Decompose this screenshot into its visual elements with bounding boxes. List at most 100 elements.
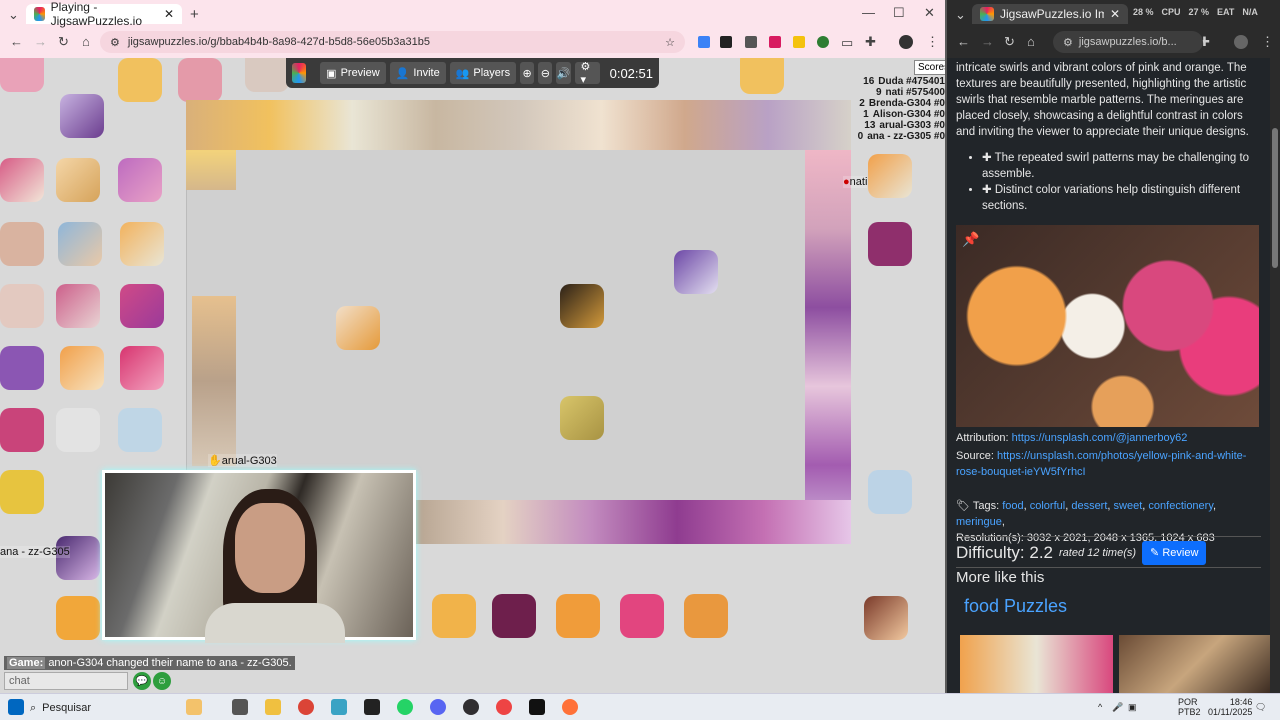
- puzzle-piece[interactable]: [336, 306, 380, 350]
- zoom-out-button[interactable]: ⊖: [538, 62, 553, 84]
- tag-link[interactable]: meringue: [956, 516, 1002, 528]
- reload-icon[interactable]: ↻: [58, 35, 69, 48]
- menu-kebab-icon[interactable]: ⋮: [1261, 35, 1274, 48]
- extension-icon[interactable]: [817, 36, 829, 48]
- forward-icon[interactable]: →: [34, 35, 47, 48]
- puzzle-piece[interactable]: [118, 408, 162, 452]
- tray-chevron-icon[interactable]: ^: [1098, 702, 1102, 712]
- puzzle-piece[interactable]: [118, 58, 162, 102]
- puzzle-piece[interactable]: [868, 470, 912, 514]
- puzzle-piece[interactable]: [0, 158, 44, 202]
- taskbar-search[interactable]: ⌕ Pesquisar: [30, 697, 180, 719]
- puzzle-piece[interactable]: [245, 58, 289, 92]
- tag-link[interactable]: confectionery: [1148, 500, 1213, 512]
- puzzle-piece[interactable]: [868, 154, 912, 198]
- jigsaw-logo-icon[interactable]: [292, 63, 307, 83]
- reload-icon[interactable]: ↻: [1004, 35, 1015, 48]
- sound-button[interactable]: 🔊: [556, 62, 571, 84]
- puzzle-piece[interactable]: [56, 408, 100, 452]
- task-view-icon[interactable]: [232, 699, 248, 715]
- puzzle-piece[interactable]: [118, 158, 162, 202]
- puzzle-piece[interactable]: [0, 408, 44, 452]
- settings-button[interactable]: ⚙ ▾: [574, 61, 600, 86]
- zoom-in-button[interactable]: ⊕: [520, 62, 535, 84]
- firefox-icon[interactable]: [562, 699, 578, 715]
- clock[interactable]: 18:46 01/11/2025: [1208, 697, 1252, 717]
- cast-icon[interactable]: ▭: [841, 36, 853, 49]
- profile-avatar[interactable]: [899, 35, 913, 49]
- site-info-icon[interactable]: ⚙: [1063, 36, 1073, 49]
- related-puzzle-thumbnail[interactable]: [960, 635, 1113, 693]
- puzzle-piece[interactable]: [120, 284, 164, 328]
- tray-icon[interactable]: ▣: [1128, 702, 1137, 712]
- tag-link[interactable]: colorful: [1030, 500, 1065, 512]
- tag-link[interactable]: food: [1002, 500, 1023, 512]
- puzzle-piece[interactable]: [120, 346, 164, 390]
- forward-icon[interactable]: →: [981, 35, 994, 48]
- maximize-icon[interactable]: ☐: [893, 6, 905, 19]
- extension-icon[interactable]: [793, 36, 805, 48]
- obs-icon[interactable]: [463, 699, 479, 715]
- home-icon[interactable]: ⌂: [82, 35, 90, 48]
- close-window-icon[interactable]: ✕: [924, 6, 935, 19]
- puzzle-piece[interactable]: [560, 284, 604, 328]
- notion-icon[interactable]: [529, 699, 545, 715]
- puzzle-piece[interactable]: [0, 346, 44, 390]
- address-bar[interactable]: ⚙ jigsawpuzzles.io/g/bbab4b4b-8a98-427d-…: [100, 31, 685, 53]
- discord-icon[interactable]: [430, 699, 446, 715]
- puzzle-piece[interactable]: [560, 396, 604, 440]
- attribution-link[interactable]: https://unsplash.com/@jannerboy62: [1012, 432, 1188, 444]
- puzzle-piece[interactable]: [492, 594, 536, 638]
- extension-icon[interactable]: [745, 36, 757, 48]
- tag-link[interactable]: sweet: [1114, 500, 1143, 512]
- windows-start-icon[interactable]: [8, 699, 24, 715]
- puzzle-piece[interactable]: [684, 594, 728, 638]
- new-tab-button[interactable]: +: [190, 7, 199, 22]
- home-icon[interactable]: ⌂: [1027, 35, 1035, 48]
- puzzle-piece[interactable]: [864, 596, 908, 640]
- puzzle-piece[interactable]: [56, 536, 100, 580]
- chat-emoji-icon[interactable]: ☺: [153, 672, 171, 690]
- puzzle-piece[interactable]: [432, 594, 476, 638]
- file-explorer-icon[interactable]: [265, 699, 281, 715]
- preview-button[interactable]: ▣ Preview: [320, 62, 386, 84]
- minimize-icon[interactable]: —: [862, 6, 875, 19]
- review-button[interactable]: ✎ Review: [1142, 541, 1207, 565]
- tab-image[interactable]: JigsawPuzzles.io Image - Vibrant ✕: [972, 4, 1128, 24]
- puzzle-piece[interactable]: [56, 158, 100, 202]
- puzzle-piece[interactable]: [120, 222, 164, 266]
- close-tab-icon[interactable]: ✕: [164, 7, 174, 21]
- taskbar-app-icon[interactable]: [186, 699, 202, 715]
- related-puzzle-thumbnail[interactable]: [1119, 635, 1270, 693]
- puzzle-game-area[interactable]: ▣ Preview 👤 Invite 👥 Players ⊕ ⊖ 🔊 ⚙ ▾ 0:02…: [0, 58, 945, 693]
- tray-mic-icon[interactable]: 🎤: [1112, 702, 1123, 712]
- notifications-icon[interactable]: 🗨: [1255, 702, 1266, 712]
- scrollbar-thumb[interactable]: [1272, 128, 1278, 268]
- back-icon[interactable]: ←: [10, 35, 23, 48]
- puzzle-piece[interactable]: [60, 94, 104, 138]
- puzzle-piece[interactable]: [556, 594, 600, 638]
- food-puzzles-link[interactable]: food Puzzles: [964, 597, 1067, 615]
- back-icon[interactable]: ←: [957, 35, 970, 48]
- puzzle-piece[interactable]: [58, 222, 102, 266]
- players-button[interactable]: 👥 Players: [449, 62, 517, 84]
- extension-icon[interactable]: [720, 36, 732, 48]
- source-link[interactable]: https://unsplash.com/photos/yellow-pink-…: [956, 450, 1246, 478]
- extensions-puzzle-icon[interactable]: ✚: [865, 35, 876, 48]
- site-info-icon[interactable]: ⚙: [110, 36, 120, 49]
- input-language[interactable]: POR PTB2: [1178, 697, 1201, 717]
- puzzle-piece[interactable]: [620, 594, 664, 638]
- whatsapp-icon[interactable]: [397, 699, 413, 715]
- puzzle-piece[interactable]: [674, 250, 718, 294]
- tab-list-icon[interactable]: ⌄: [8, 8, 19, 21]
- puzzle-piece[interactable]: [56, 284, 100, 328]
- pin-icon[interactable]: 📌: [962, 231, 979, 247]
- close-tab-icon[interactable]: ✕: [1110, 7, 1120, 21]
- taskbar-app-icon[interactable]: [364, 699, 380, 715]
- puzzle-piece[interactable]: [740, 58, 784, 94]
- taskbar-app-icon[interactable]: [331, 699, 347, 715]
- puzzle-piece[interactable]: [178, 58, 222, 102]
- extension-icon[interactable]: [698, 36, 710, 48]
- puzzle-piece[interactable]: [56, 596, 100, 640]
- puzzle-piece[interactable]: [868, 222, 912, 266]
